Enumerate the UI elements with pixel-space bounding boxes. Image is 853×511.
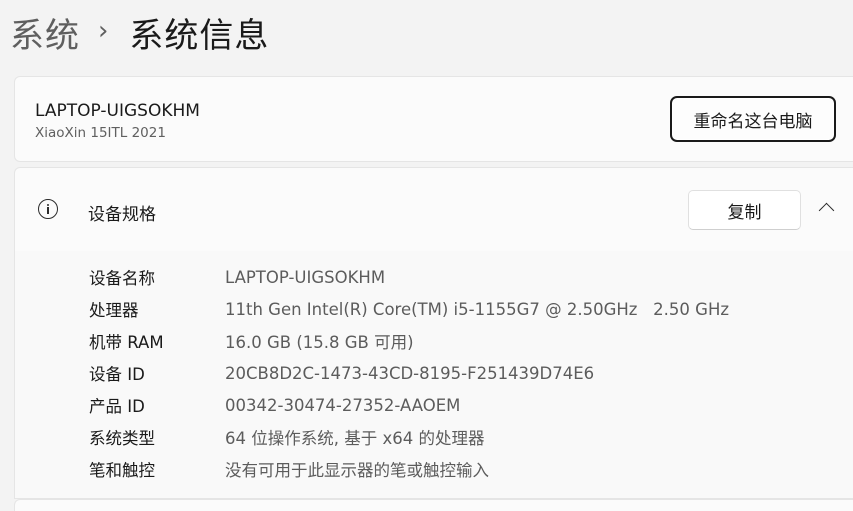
spec-row-device-id: 设备 ID 20CB8D2C-1473-43CD-8195-F251439D74… (89, 357, 594, 389)
spec-row-ram: 机带 RAM 16.0 GB (15.8 GB 可用) (89, 325, 414, 357)
breadcrumb-separator-icon: › (98, 16, 110, 46)
device-specs-list: 设备名称 LAPTOP-UIGSOKHM 处理器 11th Gen Intel(… (14, 251, 853, 499)
rename-pc-button[interactable]: 重命名这台电脑 (670, 96, 836, 142)
device-name: LAPTOP-UIGSOKHM (35, 101, 200, 121)
spec-row-system-type: 系统类型 64 位操作系统, 基于 x64 的处理器 (89, 421, 484, 453)
spec-label: 设备名称 (89, 269, 155, 288)
device-model: XiaoXin 15ITL 2021 (35, 125, 166, 141)
spec-row-pen-touch: 笔和触控 没有可用于此显示器的笔或触控输入 (89, 453, 489, 485)
next-section-card (14, 499, 853, 511)
spec-value: 64 位操作系统, 基于 x64 的处理器 (225, 429, 485, 448)
spec-value: 16.0 GB (15.8 GB 可用) (225, 333, 414, 352)
device-specs-title: 设备规格 (88, 205, 156, 225)
chevron-up-icon[interactable] (818, 202, 835, 219)
spec-value: 11th Gen Intel(R) Core(TM) i5-1155G7 @ 2… (225, 299, 730, 319)
spec-row-product-id: 产品 ID 00342-30474-27352-AAOEM (89, 389, 460, 421)
spec-value: LAPTOP-UIGSOKHM (225, 267, 386, 287)
breadcrumb: 系统 › 系统信息 (10, 6, 269, 58)
spec-label: 系统类型 (89, 429, 155, 448)
breadcrumb-item-system[interactable]: 系统 (10, 8, 80, 57)
spec-label: 机带 RAM (89, 333, 164, 352)
info-icon (38, 199, 58, 219)
spec-label: 笔和触控 (89, 461, 155, 480)
spec-value: 00342-30474-27352-AAOEM (225, 395, 461, 415)
page-title: 系统信息 (129, 15, 270, 56)
copy-button[interactable]: 复制 (688, 190, 801, 230)
device-specs-header[interactable]: 设备规格 复制 (14, 167, 853, 253)
system-info-page: 系统 › 系统信息 LAPTOP-UIGSOKHM XiaoXin 15ITL … (0, 0, 853, 511)
spec-label: 设备 ID (89, 365, 145, 384)
device-card: LAPTOP-UIGSOKHM XiaoXin 15ITL 2021 重命名这台… (14, 76, 853, 162)
spec-label: 处理器 (89, 301, 139, 320)
spec-row-device-name: 设备名称 LAPTOP-UIGSOKHM (89, 261, 385, 293)
spec-value: 20CB8D2C-1473-43CD-8195-F251439D74E6 (225, 363, 595, 383)
spec-value: 没有可用于此显示器的笔或触控输入 (225, 461, 489, 480)
spec-label: 产品 ID (89, 397, 145, 416)
spec-row-processor: 处理器 11th Gen Intel(R) Core(TM) i5-1155G7… (89, 293, 729, 325)
